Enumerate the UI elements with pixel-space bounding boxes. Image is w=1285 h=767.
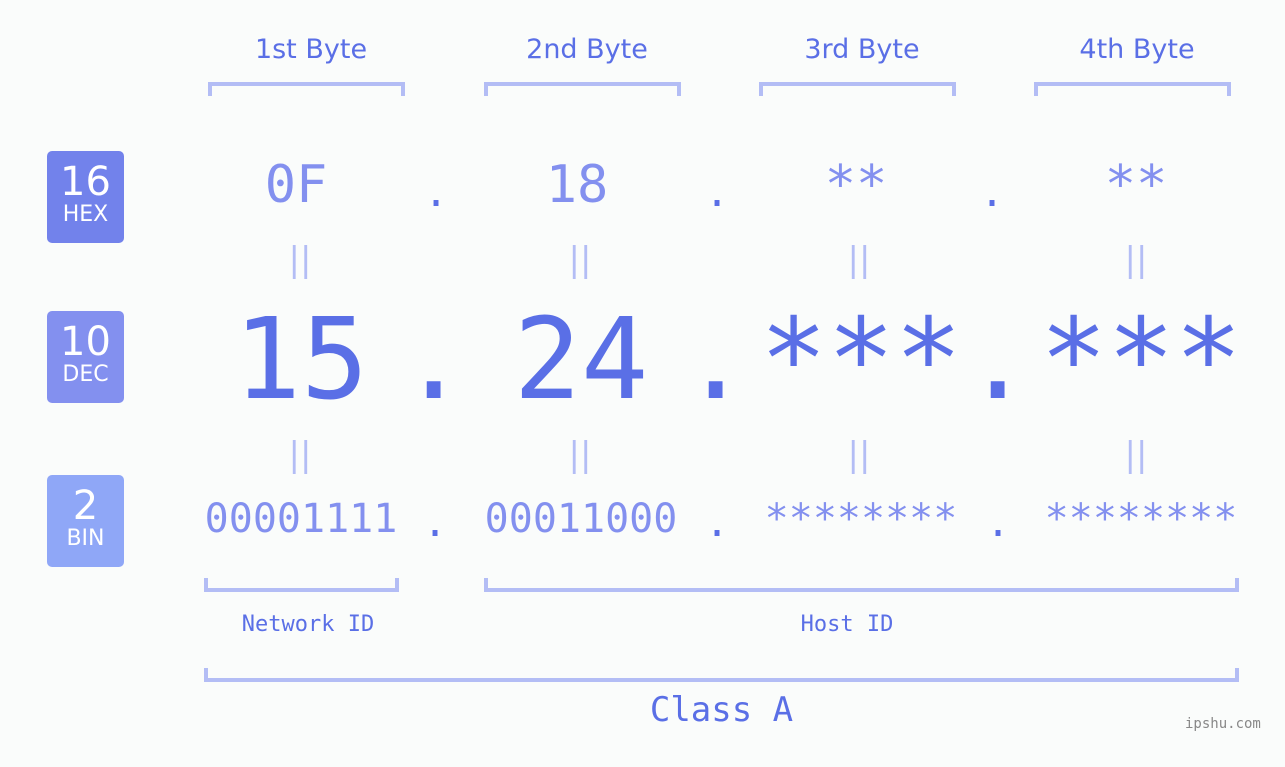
hex-byte-4: **: [1104, 155, 1168, 215]
hex-byte-2: 18: [545, 155, 609, 215]
host-id-label: Host ID: [800, 612, 894, 637]
dec-byte-1: 15: [233, 295, 369, 425]
class-bracket: [204, 668, 1239, 682]
equals-icon: ||: [847, 240, 871, 280]
bin-byte-2: 00011000: [484, 496, 678, 542]
bin-separator-3: .: [986, 500, 1011, 546]
dec-separator-2: .: [682, 295, 750, 425]
byte-header-4: 4th Byte: [1079, 34, 1195, 65]
dec-byte-4: ***: [1039, 295, 1243, 425]
dec-label: DEC: [62, 362, 109, 387]
hex-badge: 16 HEX: [47, 151, 124, 243]
dec-byte-2: 24: [513, 295, 649, 425]
equals-icon: ||: [288, 240, 312, 280]
host-bracket: [484, 578, 1239, 592]
bin-byte-4: ********: [1044, 496, 1238, 542]
hex-separator-3: .: [980, 170, 1005, 216]
bin-label: BIN: [66, 526, 105, 551]
watermark: ipshu.com: [1185, 716, 1261, 732]
network-id-label: Network ID: [241, 612, 375, 637]
hex-label: HEX: [62, 202, 109, 227]
hex-base: 16: [60, 159, 111, 205]
byte-bracket-3: [759, 82, 956, 96]
byte-header-2: 2nd Byte: [526, 34, 648, 65]
dec-badge: 10 DEC: [47, 311, 124, 403]
dec-separator-3: .: [964, 295, 1032, 425]
equals-icon: ||: [847, 435, 871, 475]
bin-base: 2: [72, 483, 99, 529]
bin-byte-1: 00001111: [204, 496, 398, 542]
dec-separator-1: .: [400, 295, 468, 425]
dec-base: 10: [60, 319, 111, 365]
equals-icon: ||: [568, 240, 592, 280]
network-bracket: [204, 578, 399, 592]
equals-icon: ||: [568, 435, 592, 475]
class-label: Class A: [649, 690, 794, 730]
equals-icon: ||: [288, 435, 312, 475]
hex-separator-1: .: [424, 170, 449, 216]
byte-header-1: 1st Byte: [254, 34, 368, 65]
hex-byte-3: **: [824, 155, 888, 215]
equals-icon: ||: [1124, 435, 1148, 475]
bin-badge: 2 BIN: [47, 475, 124, 567]
byte-header-3: 3rd Byte: [804, 34, 920, 65]
equals-icon: ||: [1124, 240, 1148, 280]
dec-byte-3: ***: [759, 295, 963, 425]
byte-bracket-1: [208, 82, 405, 96]
bin-byte-3: ********: [764, 496, 958, 542]
byte-bracket-2: [484, 82, 681, 96]
byte-bracket-4: [1034, 82, 1231, 96]
bin-separator-1: .: [423, 500, 448, 546]
hex-byte-1: 0F: [264, 155, 328, 215]
hex-separator-2: .: [705, 170, 730, 216]
bin-separator-2: .: [705, 500, 730, 546]
